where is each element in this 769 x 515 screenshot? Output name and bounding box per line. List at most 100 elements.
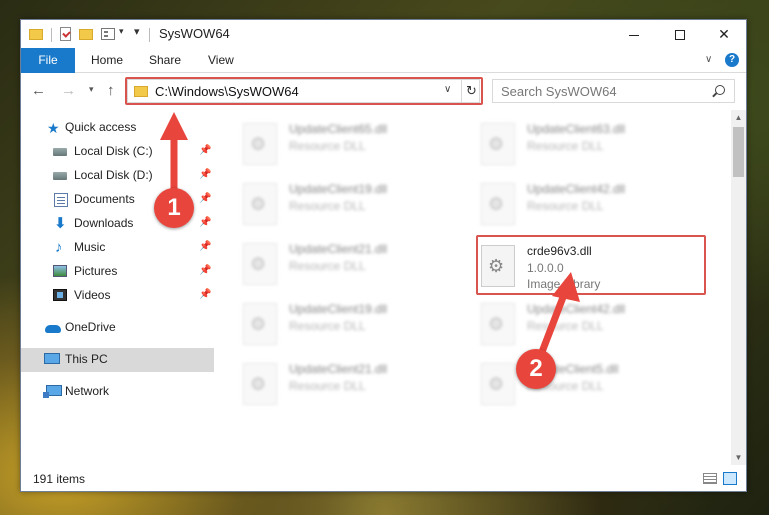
file-name: UpdateClient42.dll — [527, 302, 626, 316]
details-view-icon[interactable] — [703, 473, 717, 484]
scroll-down-icon[interactable]: ▼ — [731, 450, 746, 465]
search-input[interactable]: Search SysWOW64 — [492, 79, 735, 103]
list-item[interactable]: UpdateClient19.dll Resource DLL — [243, 298, 473, 348]
sidebar-item-local-disk-c[interactable]: Local Disk (C:) 📌 — [21, 140, 214, 164]
documents-icon — [54, 193, 68, 207]
sidebar-item-label: Local Disk (D:) — [74, 168, 153, 182]
file-highlight-box — [476, 235, 706, 295]
pin-icon[interactable]: 📌 — [199, 217, 211, 228]
file-name: UpdateClient19.dll — [289, 182, 388, 196]
file-type: Resource DLL — [289, 379, 366, 393]
sidebar-item-label: Videos — [74, 288, 111, 302]
minimize-icon — [629, 34, 639, 36]
minimize-button[interactable] — [611, 20, 657, 48]
pin-icon[interactable]: 📌 — [199, 265, 211, 276]
pin-icon[interactable]: 📌 — [199, 193, 211, 204]
drive-icon — [53, 148, 67, 156]
file-type: Resource DLL — [289, 139, 366, 153]
pin-icon[interactable]: 📌 — [199, 289, 211, 300]
file-type: Resource DLL — [527, 139, 604, 153]
file-name: UpdateClient21.dll — [289, 242, 388, 256]
sidebar-item-label: Network — [65, 384, 110, 398]
list-item[interactable]: UpdateClient42.dll Resource DLL — [481, 178, 711, 228]
recent-locations-icon[interactable]: ▾ — [89, 84, 94, 95]
up-arrow-icon[interactable]: ↑ — [107, 82, 115, 99]
title-bar: ▾ ▾ SysWOW64 ✕ — [21, 20, 746, 48]
file-name: UpdateClient65.dll — [289, 122, 388, 136]
list-item[interactable]: UpdateClient63.dll Resource DLL — [481, 118, 711, 168]
dll-file-icon — [243, 183, 277, 225]
search-icon[interactable] — [715, 85, 725, 95]
list-item[interactable]: UpdateClient21.dll Resource DLL — [243, 238, 473, 288]
list-item[interactable]: UpdateClient65.dll Resource DLL — [243, 118, 473, 168]
dll-file-icon — [481, 123, 515, 165]
vertical-scrollbar[interactable]: ▲ ▼ — [731, 110, 746, 465]
dll-file-icon — [481, 303, 515, 345]
dll-file-icon — [481, 363, 515, 405]
sidebar-item-pictures[interactable]: Pictures 📌 — [21, 260, 214, 284]
pin-icon[interactable]: 📌 — [199, 169, 211, 180]
item-count: 191 items — [33, 472, 86, 486]
list-item[interactable]: UpdateClient19.dll Resource DLL — [243, 178, 473, 228]
sidebar-item-label: Documents — [74, 192, 135, 206]
computer-icon — [44, 353, 60, 364]
folder-icon — [29, 29, 43, 40]
file-type: Resource DLL — [289, 319, 366, 333]
properties-icon[interactable] — [60, 27, 71, 41]
maximize-icon — [675, 30, 685, 41]
cloud-icon — [45, 325, 61, 333]
file-type: Resource DLL — [289, 199, 366, 213]
list-item[interactable]: UpdateClient42.dll Resource DLL — [481, 298, 711, 348]
pin-icon[interactable]: 📌 — [199, 241, 211, 252]
tab-home[interactable]: Home — [77, 48, 137, 73]
dll-file-icon — [243, 243, 277, 285]
close-button[interactable]: ✕ — [701, 20, 747, 48]
status-bar: 191 items — [21, 466, 746, 491]
help-icon[interactable]: ? — [725, 53, 739, 67]
scrollbar-thumb[interactable] — [733, 127, 744, 177]
tab-view[interactable]: View — [194, 48, 248, 73]
tiles-view-icon[interactable] — [723, 472, 737, 485]
file-type: Resource DLL — [527, 319, 604, 333]
explorer-window: ▾ ▾ SysWOW64 ✕ File Home Share View ∨ ? … — [20, 19, 747, 492]
tab-file[interactable]: File — [21, 48, 75, 73]
dll-file-icon — [243, 363, 277, 405]
sidebar-item-onedrive[interactable]: OneDrive — [21, 316, 214, 340]
scroll-up-icon[interactable]: ▲ — [731, 110, 746, 125]
sidebar-item-label: Pictures — [74, 264, 118, 278]
sidebar-item-label: Downloads — [74, 216, 134, 230]
back-arrow-icon[interactable]: ← — [31, 82, 46, 99]
view-dropdown-icon[interactable]: ▾ — [119, 26, 124, 37]
sidebar-item-music[interactable]: ♪ Music 📌 — [21, 236, 214, 260]
file-name: UpdateClient42.dll — [527, 182, 626, 196]
drive-icon — [53, 172, 67, 180]
quick-access-dropdown-icon[interactable]: ▾ — [134, 25, 140, 38]
navigation-bar: ← → ▾ ↑ C:\Windows\SysWOW64 ∨ ↻ Search S… — [21, 74, 746, 108]
view-icon[interactable] — [101, 28, 115, 40]
sidebar-item-videos[interactable]: Videos 📌 — [21, 284, 214, 308]
sidebar-item-label: Music — [74, 240, 106, 254]
forward-arrow-icon[interactable]: → — [61, 82, 76, 99]
list-item[interactable]: UpdateClient21.dll Resource DLL — [243, 358, 473, 408]
sidebar-item-quick-access[interactable]: ★ Quick access — [21, 116, 214, 140]
search-placeholder: Search SysWOW64 — [501, 84, 617, 99]
ribbon: File Home Share View ∨ ? — [21, 48, 746, 73]
videos-icon — [53, 289, 67, 301]
sidebar-item-local-disk-d[interactable]: Local Disk (D:) 📌 — [21, 164, 214, 188]
maximize-button[interactable] — [657, 20, 703, 48]
star-icon: ★ — [47, 120, 60, 136]
file-name: UpdateClient21.dll — [289, 362, 388, 376]
sidebar-item-label: Quick access — [65, 120, 137, 134]
file-name: UpdateClient19.dll — [289, 302, 388, 316]
sidebar-item-this-pc[interactable]: This PC — [21, 348, 214, 372]
sidebar-item-label: Local Disk (C:) — [74, 144, 153, 158]
expand-ribbon-icon[interactable]: ∨ — [705, 54, 712, 65]
new-folder-icon[interactable] — [79, 29, 93, 40]
window-title: SysWOW64 — [159, 26, 230, 41]
pin-icon[interactable]: 📌 — [199, 145, 211, 156]
address-highlight-box — [125, 77, 483, 105]
sidebar-item-network[interactable]: Network — [21, 380, 214, 404]
callout-2: 2 — [516, 349, 556, 389]
tab-share[interactable]: Share — [135, 48, 195, 73]
dll-file-icon — [243, 123, 277, 165]
